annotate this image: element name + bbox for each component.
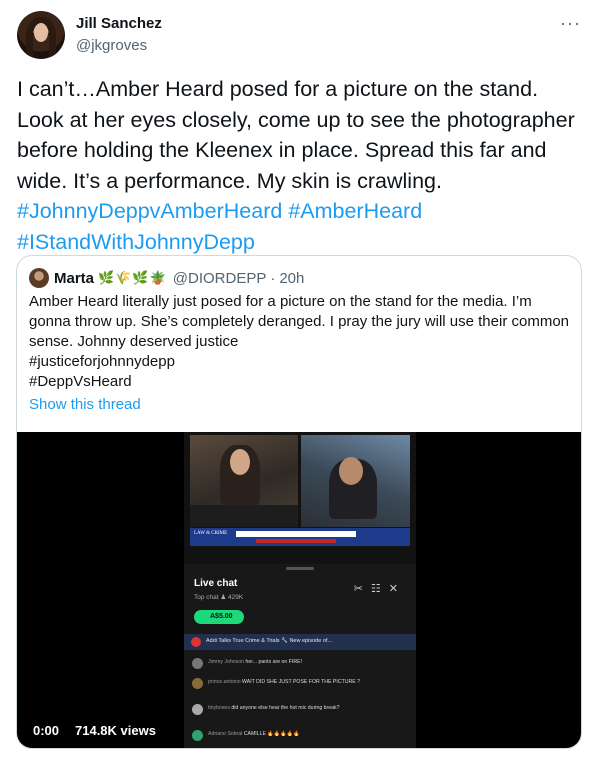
quoted-tweet[interactable]: Marta 🌿🌾🌿🪴 @DIORDEPP · 20h Amber Heard l… [16, 255, 582, 749]
top-chat-label: Top chat ♟ 429K [194, 594, 244, 601]
video-view-count: 714.8K views [75, 723, 156, 738]
chat-user: Jimmy Johnson [208, 659, 245, 665]
pinned-text: Addi Talks True Crime & Trials 🔧 New epi… [206, 638, 332, 644]
courtroom-camera-left [190, 435, 298, 527]
show-thread-link[interactable]: Show this thread [29, 396, 141, 413]
quote-text: Amber Heard literally just posed for a p… [29, 292, 574, 392]
chat-text: WAIT DID SHE JUST POSE FOR THE PICTURE ? [242, 679, 361, 685]
quote-hashtag: #DeppVsHeard [29, 373, 132, 390]
quote-author-name: Marta [54, 269, 95, 287]
video-player[interactable]: LAW & CRIME Live chat Top chat ♟ 429K ✂☷… [17, 432, 581, 748]
hashtag-link[interactable]: #IStandWithJohnnyDepp [17, 230, 255, 254]
author-avatar[interactable] [17, 11, 65, 59]
chat-user: tinyboxes [208, 705, 230, 711]
quote-line: gonna throw up. She’s completely derange… [29, 313, 570, 330]
live-chat-title: Live chat [194, 578, 238, 589]
chat-text: CAMILLE 🔥🔥🔥🔥🔥 [243, 731, 300, 737]
courtroom-camera-right [301, 435, 410, 527]
pinned-message: Addi Talks True Crime & Trials 🔧 New epi… [184, 634, 416, 650]
quote-line: sense. Johnny deserved justice [29, 333, 239, 350]
hashtag-link[interactable]: #JohnnyDeppvAmberHeard [17, 199, 282, 223]
quote-header: Marta 🌿🌾🌿🪴 @DIORDEPP · 20h [29, 267, 304, 289]
broadcast-banner: LAW & CRIME [190, 528, 410, 546]
quote-line: Amber Heard literally just posed for a p… [29, 293, 532, 310]
channel-logo: LAW & CRIME [194, 531, 228, 536]
quote-avatar [29, 268, 49, 288]
tweet-body: I can’t…Amber Heard posed for a picture … [17, 77, 575, 193]
hashtag-link[interactable]: #AmberHeard [288, 199, 422, 223]
quote-author-emojis: 🌿🌾🌿🪴 [98, 270, 167, 285]
chat-user: prince.antonio [208, 679, 241, 685]
donation-badge: A$5.00 [194, 610, 244, 624]
live-chat-panel: Live chat Top chat ♟ 429K ✂☷✕ A$5.00 Add… [184, 564, 416, 748]
quote-timestamp: 20h [279, 269, 305, 287]
chat-text: did anyone else hear the hot mic during … [231, 705, 340, 711]
chat-controls-icon: ✂☷✕ [353, 583, 406, 595]
separator-dot: · [270, 269, 276, 287]
tweet-header: Jill Sanchez @jkgroves ··· [17, 11, 583, 59]
ellipsis-icon[interactable]: ··· [560, 13, 581, 34]
video-frame: LAW & CRIME Live chat Top chat ♟ 429K ✂☷… [184, 432, 416, 748]
author-name[interactable]: Jill Sanchez [76, 15, 162, 32]
video-timestamp: 0:00 [33, 723, 60, 738]
quote-hashtag: #justiceforjohnnydepp [29, 353, 175, 370]
tweet-text: I can’t…Amber Heard posed for a picture … [17, 74, 583, 257]
chat-text: her... pants are on FIRE! [245, 659, 303, 665]
author-handle[interactable]: @jkgroves [76, 37, 147, 54]
quote-author-handle: @DIORDEPP [172, 269, 267, 287]
chat-user: Adriano Sobral [208, 731, 243, 737]
